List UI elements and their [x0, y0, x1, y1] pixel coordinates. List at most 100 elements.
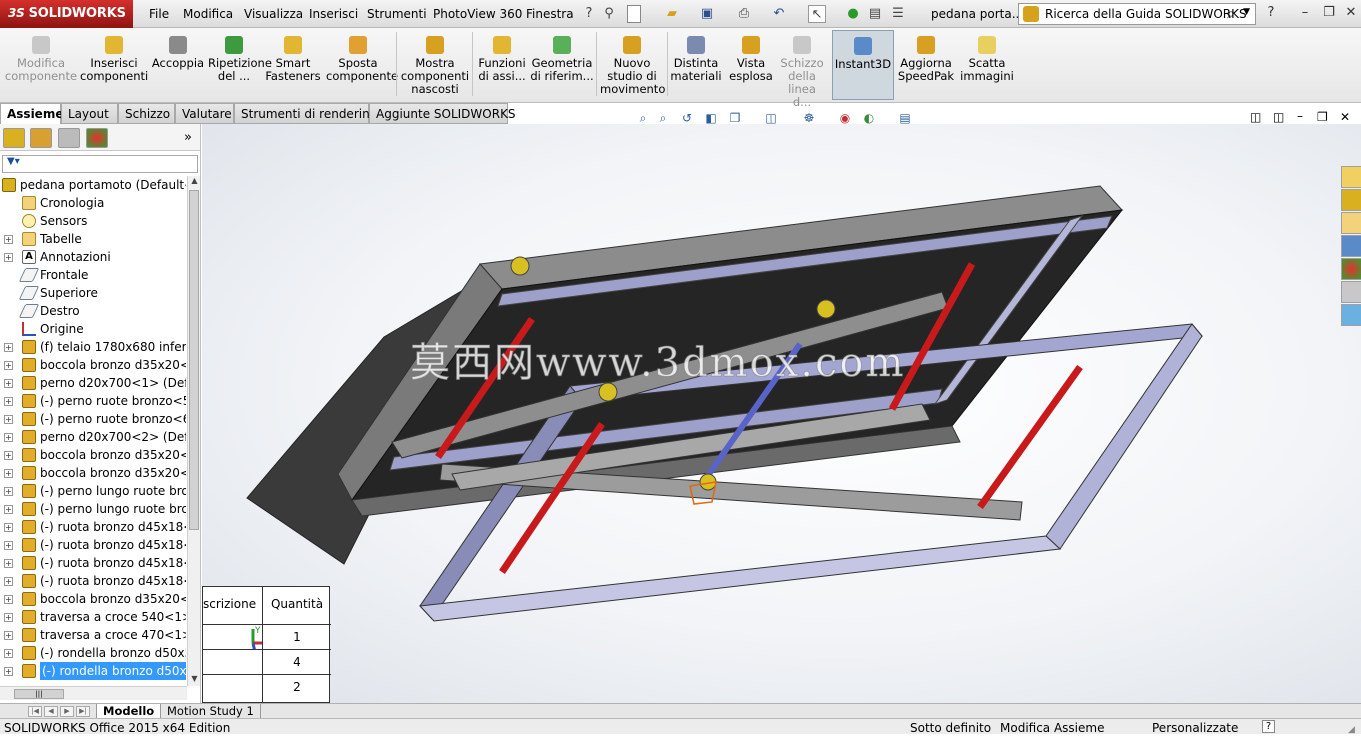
- expand-icon[interactable]: +: [4, 379, 13, 388]
- menu-strumenti[interactable]: Strumenti: [367, 7, 427, 21]
- smart-fasteners-button[interactable]: Smart Fasteners: [262, 30, 324, 100]
- new-motion-study-button[interactable]: Nuovo studio di movimento: [600, 30, 665, 100]
- next-tab-icon[interactable]: ▶: [60, 706, 74, 717]
- forum-tab-icon[interactable]: [1341, 304, 1361, 326]
- tree-vertical-scrollbar[interactable]: ▲ ▼: [187, 176, 200, 686]
- view-palette-tab-icon[interactable]: [1341, 235, 1361, 257]
- tree-item[interactable]: + (-) rondella bronzo d50x5<1: [0, 644, 186, 662]
- scroll-down-icon[interactable]: ▼: [188, 674, 201, 686]
- update-speedpak-button[interactable]: Aggiorna SpeedPak: [896, 30, 956, 100]
- tab-assieme[interactable]: Assieme: [0, 103, 63, 124]
- previous-view-icon[interactable]: ↺: [678, 109, 696, 127]
- expand-icon[interactable]: +: [4, 433, 13, 442]
- file-explorer-tab-icon[interactable]: [1341, 212, 1361, 234]
- tree-item[interactable]: + perno d20x700<1> (Default: [0, 374, 186, 392]
- tab-rendering-tools[interactable]: Strumenti di rendering: [234, 103, 377, 124]
- move-component-button[interactable]: Sposta componente: [326, 30, 398, 100]
- tree-horizontal-scrollbar[interactable]: |||: [0, 686, 187, 700]
- expand-icon[interactable]: +: [4, 469, 13, 478]
- prev-tab-icon[interactable]: ◀: [44, 706, 58, 717]
- exploded-view-button[interactable]: Vista esplosa: [726, 30, 776, 100]
- help-menu-icon[interactable]: ?: [580, 5, 598, 23]
- tree-item[interactable]: Cronologia: [0, 194, 186, 212]
- viewport-close-icon[interactable]: ✕: [1340, 110, 1350, 124]
- scroll-thumb[interactable]: [189, 190, 199, 530]
- expand-icon[interactable]: +: [4, 541, 13, 550]
- close-icon[interactable]: ✕: [1342, 5, 1360, 23]
- tree-item[interactable]: + Tabelle: [0, 230, 186, 248]
- tree-item[interactable]: + perno d20x700<2> (Default: [0, 428, 186, 446]
- tree-item[interactable]: + boccola bronzo d35x20<1>: [0, 356, 186, 374]
- tree-item[interactable]: + (-) perno lungo ruote bronzo: [0, 500, 186, 518]
- show-hidden-button[interactable]: Mostra componenti nascosti: [400, 30, 470, 100]
- view-orientation-icon[interactable]: ◫: [762, 109, 780, 127]
- tree-item[interactable]: Origine: [0, 320, 186, 338]
- expand-icon[interactable]: +: [4, 253, 13, 262]
- pin-icon[interactable]: ⚲: [600, 5, 618, 23]
- expand-icon[interactable]: +: [4, 595, 13, 604]
- expand-icon[interactable]: +: [4, 667, 13, 676]
- help-search-input[interactable]: Ricerca della Guida SOLIDWORKS ⌕ ▼: [1018, 3, 1256, 25]
- explode-line-sketch-button[interactable]: Schizzo della linea d...: [778, 30, 826, 109]
- tree-item[interactable]: Superiore: [0, 284, 186, 302]
- file-properties-icon[interactable]: ▤: [866, 5, 884, 23]
- menu-visualizza[interactable]: Visualizza: [244, 7, 303, 21]
- expand-icon[interactable]: +: [4, 487, 13, 496]
- open-icon[interactable]: ▰: [663, 5, 681, 23]
- tab-valutare[interactable]: Valutare: [175, 103, 234, 124]
- expand-icon[interactable]: +: [4, 613, 13, 622]
- tree-item[interactable]: + boccola bronzo d35x20<5>: [0, 590, 186, 608]
- scroll-up-icon[interactable]: ▲: [188, 176, 201, 188]
- tree-item[interactable]: + (-) perno ruote bronzo<5>: [0, 392, 186, 410]
- appearances-tab-icon[interactable]: [1341, 258, 1361, 280]
- solidworks-resources-tab-icon[interactable]: [1341, 166, 1361, 188]
- dynamic-annotation-icon[interactable]: ❐: [726, 109, 744, 127]
- expand-icon[interactable]: +: [4, 505, 13, 514]
- tree-item[interactable]: + traversa a croce 470<1> ->: [0, 626, 186, 644]
- tree-filter-input[interactable]: ▼▾: [2, 155, 198, 173]
- tree-item[interactable]: + (-) perno lungo ruote bronzo: [0, 482, 186, 500]
- search-icon[interactable]: ⌕: [1227, 6, 1235, 22]
- configuration-manager-tab-icon[interactable]: [58, 128, 80, 148]
- menu-modifica[interactable]: Modifica: [183, 7, 233, 21]
- zoom-to-area-icon[interactable]: ⌕: [654, 109, 672, 127]
- tree-item[interactable]: Frontale: [0, 266, 186, 284]
- chevron-down-icon[interactable]: ▼: [1243, 7, 1250, 17]
- zoom-to-fit-icon[interactable]: ⌕: [634, 109, 652, 127]
- tree-item[interactable]: + boccola bronzo d35x20<3>: [0, 446, 186, 464]
- bom-table[interactable]: scrizione Quantità Y X Z 1 4 2: [202, 586, 331, 703]
- menu-file[interactable]: File: [149, 7, 169, 21]
- expand-icon[interactable]: +: [4, 631, 13, 640]
- instant3d-button[interactable]: Instant3D: [832, 30, 894, 100]
- edit-component-button[interactable]: Modifica componente: [4, 30, 78, 100]
- property-manager-tab-icon[interactable]: [30, 128, 52, 148]
- expand-icon[interactable]: +: [4, 559, 13, 568]
- expand-panel-icon[interactable]: »: [184, 130, 192, 145]
- menu-inserisci[interactable]: Inserisci: [309, 7, 358, 21]
- tree-item[interactable]: Sensors: [0, 212, 186, 230]
- expand-icon[interactable]: +: [4, 415, 13, 424]
- tab-layout[interactable]: Layout: [61, 103, 118, 124]
- mate-button[interactable]: Accoppia: [150, 30, 206, 100]
- apply-scene-icon[interactable]: ◐: [860, 109, 878, 127]
- edit-appearance-icon[interactable]: ◉: [836, 109, 854, 127]
- section-view-icon[interactable]: ◧: [702, 109, 720, 127]
- options-icon[interactable]: ☰: [889, 5, 907, 23]
- insert-components-button[interactable]: Inserisci componenti: [80, 30, 148, 100]
- feature-manager-tab-icon[interactable]: [3, 128, 25, 148]
- design-library-tab-icon[interactable]: [1341, 189, 1361, 211]
- first-tab-icon[interactable]: |◀: [28, 706, 42, 717]
- expand-icon[interactable]: +: [4, 523, 13, 532]
- help-icon[interactable]: ?: [1262, 5, 1280, 23]
- tree-item[interactable]: + A Annotazioni: [0, 248, 186, 266]
- tree-item[interactable]: + (-) ruota bronzo d45x18<1>: [0, 518, 186, 536]
- tree-item[interactable]: + boccola bronzo d35x20<4>: [0, 464, 186, 482]
- bom-button[interactable]: Distinta materiali: [670, 30, 722, 100]
- tree-item[interactable]: + (f) telaio 1780x680 inferiore: [0, 338, 186, 356]
- status-help-icon[interactable]: ?: [1262, 720, 1275, 733]
- rebuild-icon[interactable]: ●: [844, 5, 862, 23]
- graphics-area[interactable]: [202, 124, 1361, 703]
- save-icon[interactable]: ▣: [698, 5, 716, 23]
- custom-properties-tab-icon[interactable]: [1341, 281, 1361, 303]
- expand-icon[interactable]: +: [4, 649, 13, 658]
